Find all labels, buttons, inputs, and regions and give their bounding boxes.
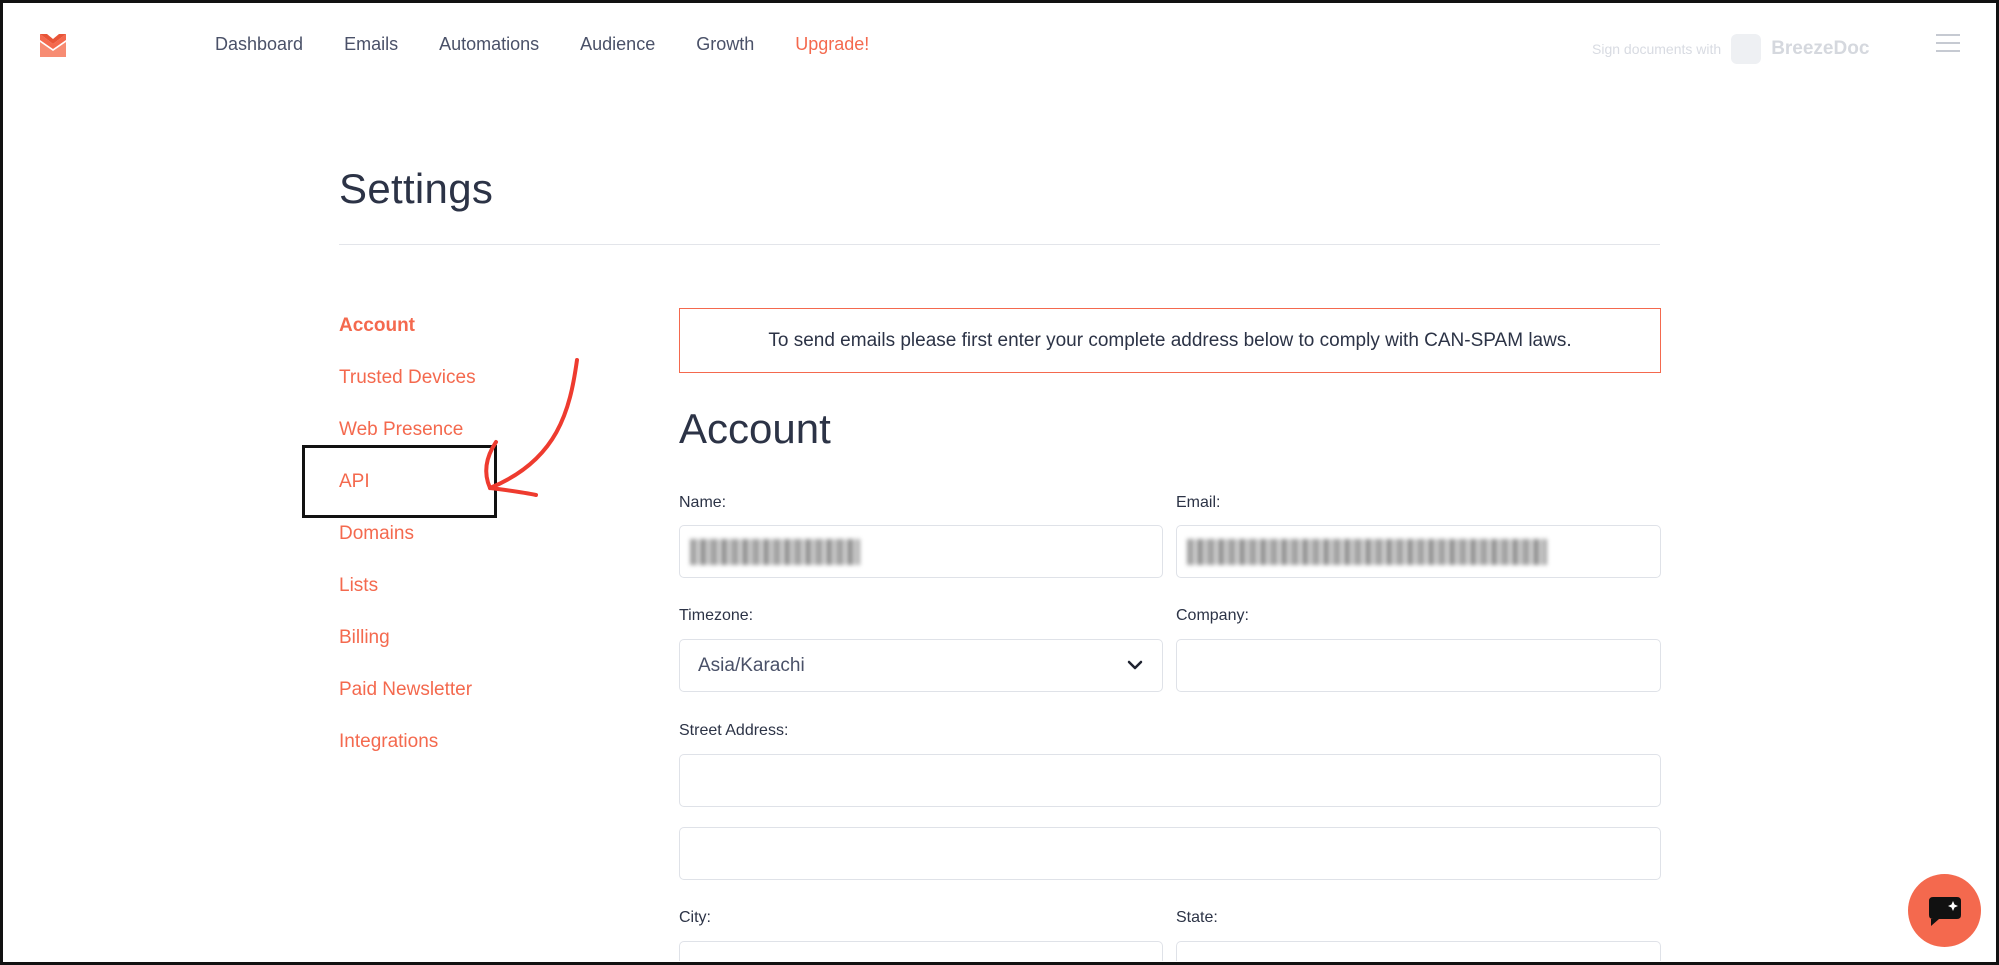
side-item-billing[interactable]: Billing <box>339 624 476 652</box>
page-title: Settings <box>339 165 494 212</box>
breezedoc-logo-icon <box>1731 34 1762 64</box>
breezedoc-brand: BreezeDoc <box>1771 38 1870 59</box>
nav-upgrade[interactable]: Upgrade! <box>795 30 869 58</box>
primary-nav: Dashboard Emails Automations Audience Gr… <box>215 30 910 58</box>
nav-audience[interactable]: Audience <box>580 30 655 58</box>
title-divider <box>339 244 1660 245</box>
state-field[interactable] <box>1176 941 1661 961</box>
street-address-label: Street Address: <box>679 722 789 739</box>
city-field[interactable] <box>679 941 1163 961</box>
nav-growth[interactable]: Growth <box>696 30 754 58</box>
redacted-name <box>690 539 860 565</box>
city-label: City: <box>679 909 711 926</box>
side-item-integrations[interactable]: Integrations <box>339 728 476 756</box>
chevron-down-icon <box>1127 660 1143 670</box>
side-item-lists[interactable]: Lists <box>339 572 476 600</box>
company-field[interactable] <box>1176 639 1661 692</box>
account-section-title: Account <box>679 405 831 452</box>
email-label: Email: <box>1176 494 1221 511</box>
side-item-paid-newsletter[interactable]: Paid Newsletter <box>339 676 476 704</box>
company-label: Company: <box>1176 607 1249 624</box>
screenshot-frame <box>0 0 1999 965</box>
nav-dashboard[interactable]: Dashboard <box>215 30 303 58</box>
timezone-label: Timezone: <box>679 607 754 624</box>
chat-button[interactable] <box>1908 874 1981 947</box>
name-field[interactable] <box>679 525 1163 578</box>
mail-logo-icon[interactable] <box>38 30 68 60</box>
email-field[interactable] <box>1176 525 1661 578</box>
hamburger-menu-icon[interactable] <box>1936 34 1960 54</box>
side-item-account[interactable]: Account <box>339 312 476 340</box>
red-arrow-icon <box>484 358 579 497</box>
can-spam-notice: To send emails please first enter your c… <box>679 308 1661 373</box>
sign-docs-label: Sign documents with <box>1592 41 1722 57</box>
timezone-value: Asia/Karachi <box>698 654 805 676</box>
name-label: Name: <box>679 494 727 511</box>
timezone-select[interactable]: Asia/Karachi <box>679 639 1163 692</box>
redacted-email <box>1187 539 1547 565</box>
nav-automations[interactable]: Automations <box>439 30 539 58</box>
chat-bubble-icon <box>1928 896 1961 926</box>
street-address-line2-field[interactable] <box>679 827 1661 880</box>
breezedoc-promo[interactable]: Sign documents with BreezeDoc <box>1592 34 1869 64</box>
side-item-domains[interactable]: Domains <box>339 520 476 548</box>
state-label: State: <box>1176 909 1218 926</box>
top-navigation: Dashboard Emails Automations Audience Gr… <box>0 0 1999 88</box>
street-address-line1-field[interactable] <box>679 754 1661 807</box>
nav-emails[interactable]: Emails <box>344 30 398 58</box>
